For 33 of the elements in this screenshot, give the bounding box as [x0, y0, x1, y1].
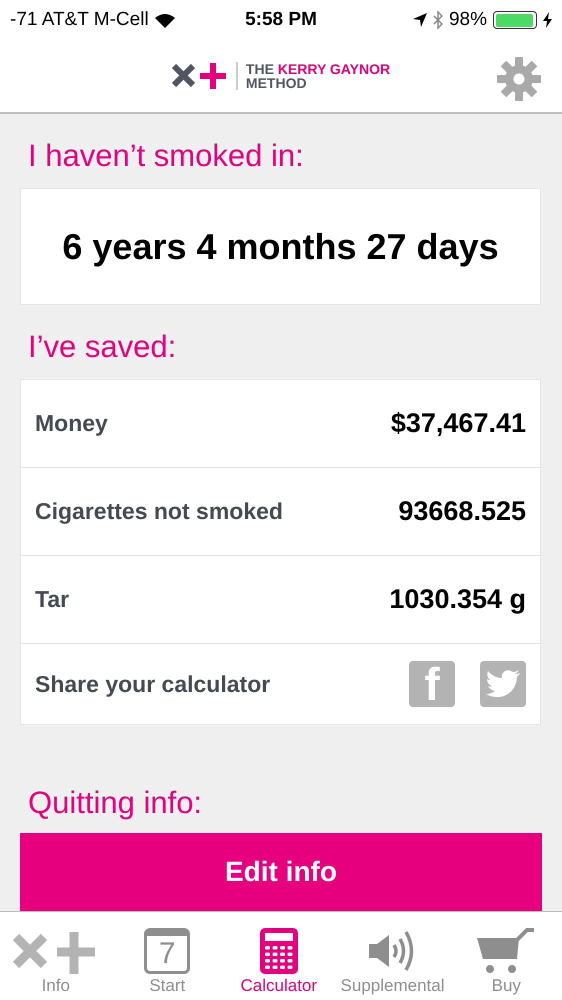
calendar-icon: 7	[144, 928, 190, 974]
location-arrow-icon	[412, 13, 427, 27]
savings-value: $37,467.41	[390, 408, 526, 439]
tab-bar-item[interactable]: 7 Start	[112, 912, 224, 1000]
savings-label: Money	[35, 410, 108, 437]
facebook-button[interactable]: f	[409, 661, 455, 707]
savings-label: Cigarettes not smoked	[35, 498, 283, 525]
bluetooth-icon	[432, 11, 443, 29]
battery-percent: 98%	[448, 9, 487, 31]
savings-value: 93668.525	[398, 496, 526, 527]
tab-bar-item[interactable]: Info	[0, 912, 112, 1000]
wifi-icon	[154, 12, 175, 28]
tab-bar-item[interactable]: Buy	[450, 912, 562, 1000]
calculator-icon	[260, 928, 298, 974]
savings-value: 1030.354 g	[389, 584, 526, 615]
duration-card: 6 years 4 months 27 days	[20, 188, 541, 305]
logo-text: METHOD	[246, 76, 308, 90]
section-heading: I’ve saved:	[27, 328, 178, 366]
logo-text: THE KERRY GAYNOR	[246, 62, 390, 76]
tab-bar-item[interactable]: Calculator	[223, 912, 335, 1000]
charging-bolt-icon	[543, 12, 552, 28]
share-label: Share your calculator	[35, 670, 270, 698]
battery-icon	[493, 11, 537, 29]
section-heading: Quitting info:	[27, 784, 204, 822]
edit-info-button[interactable]: Edit info	[20, 833, 542, 911]
twitter-button[interactable]	[480, 661, 526, 707]
section-heading: I haven’t smoked in:	[27, 137, 305, 175]
savings-label: Tar	[35, 586, 70, 613]
cart-icon	[477, 928, 536, 974]
carrier-text: -71 AT&T M-Cell	[10, 9, 149, 31]
logo-cross-plus-icon	[172, 63, 228, 89]
tab-bar-item[interactable]: Supplemental	[334, 912, 451, 1000]
clock-time: 5:58 PM	[245, 9, 317, 31]
